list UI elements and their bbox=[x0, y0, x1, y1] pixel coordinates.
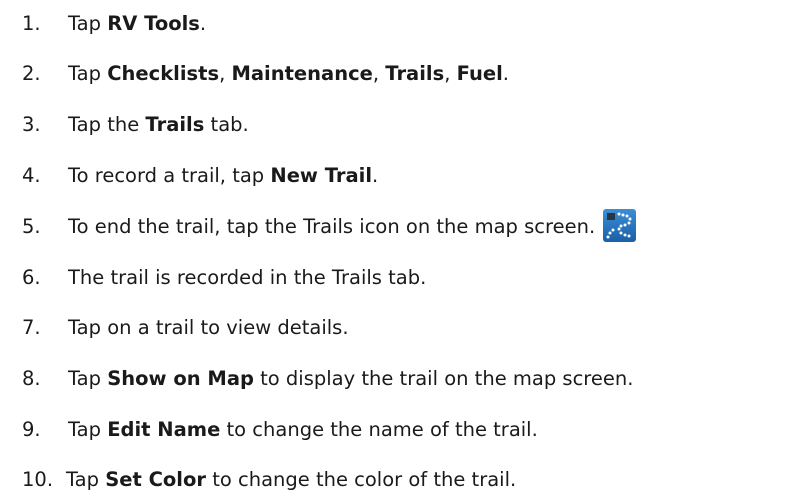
step-number: 5. bbox=[22, 215, 41, 238]
step-text-fragment: , bbox=[219, 62, 232, 85]
step-bold-term: Maintenance bbox=[231, 62, 373, 85]
step-text-fragment: Tap bbox=[68, 62, 108, 85]
step-text: Tap Edit Name to change the name of the … bbox=[68, 412, 538, 448]
step-number: 2. bbox=[22, 62, 41, 85]
step-text-fragment: The trail is recorded in the Trails tab. bbox=[68, 266, 427, 289]
step-text-fragment: Tap bbox=[66, 468, 106, 491]
step-text-fragment: To record a trail, tap bbox=[68, 164, 271, 187]
step-text: To record a trail, tap New Trail. bbox=[68, 158, 378, 194]
step-text: The trail is recorded in the Trails tab. bbox=[68, 260, 426, 296]
step-number: 3. bbox=[22, 113, 41, 136]
step-text-fragment: to change the name of the trail. bbox=[220, 418, 538, 441]
step-bold-term: Set Color bbox=[105, 468, 207, 491]
step-text: Tap Show on Map to display the trail on … bbox=[68, 361, 633, 397]
step-text: Tap Set Color to change the color of the… bbox=[66, 462, 516, 498]
step-text-fragment: . bbox=[502, 62, 509, 85]
step-text: To end the trail, tap the Trails icon on… bbox=[68, 209, 637, 245]
step-number: 7. bbox=[22, 316, 41, 339]
step-bold-term: Fuel bbox=[456, 62, 503, 85]
step-text-fragment: , bbox=[444, 62, 457, 85]
step-text-fragment: to display the trail on the map screen. bbox=[253, 367, 634, 390]
step-number: 10. bbox=[22, 468, 54, 491]
step-bold-term: Trails bbox=[145, 113, 205, 136]
step-text-fragment: . bbox=[372, 164, 379, 187]
step-text-fragment: Tap bbox=[68, 367, 108, 390]
step-text-fragment: Tap bbox=[68, 418, 108, 441]
step-text: Tap the Trails tab. bbox=[68, 107, 249, 143]
step-number: 9. bbox=[22, 418, 41, 441]
step-text-fragment: Tap on a trail to view details. bbox=[68, 316, 349, 339]
step-bold-term: Trails bbox=[385, 62, 445, 85]
step-text-fragment: Tap bbox=[68, 12, 108, 35]
step-number: 4. bbox=[22, 164, 41, 187]
step-text: Tap RV Tools. bbox=[68, 6, 206, 42]
step-text-fragment: , bbox=[372, 62, 386, 85]
step-text-fragment: Tap the bbox=[68, 113, 146, 136]
step-text-fragment: to change the color of the trail. bbox=[206, 468, 517, 491]
step-text-fragment: To end the trail, tap the Trails icon on… bbox=[68, 215, 596, 238]
trails-icon bbox=[603, 209, 637, 242]
step-bold-term: Checklists bbox=[107, 62, 220, 85]
step-text: Tap Checklists, Maintenance, Trails, Fue… bbox=[68, 56, 509, 92]
step-bold-term: RV Tools bbox=[107, 12, 200, 35]
step-bold-term: Show on Map bbox=[107, 367, 254, 390]
step-bold-term: Edit Name bbox=[107, 418, 221, 441]
step-number: 1. bbox=[22, 12, 41, 35]
step-text-fragment: tab. bbox=[204, 113, 249, 136]
step-text: Tap on a trail to view details. bbox=[68, 310, 349, 346]
step-number: 6. bbox=[22, 266, 41, 289]
step-number: 8. bbox=[22, 367, 41, 390]
step-bold-term: New Trail bbox=[270, 164, 373, 187]
step-text-fragment: . bbox=[199, 12, 207, 35]
